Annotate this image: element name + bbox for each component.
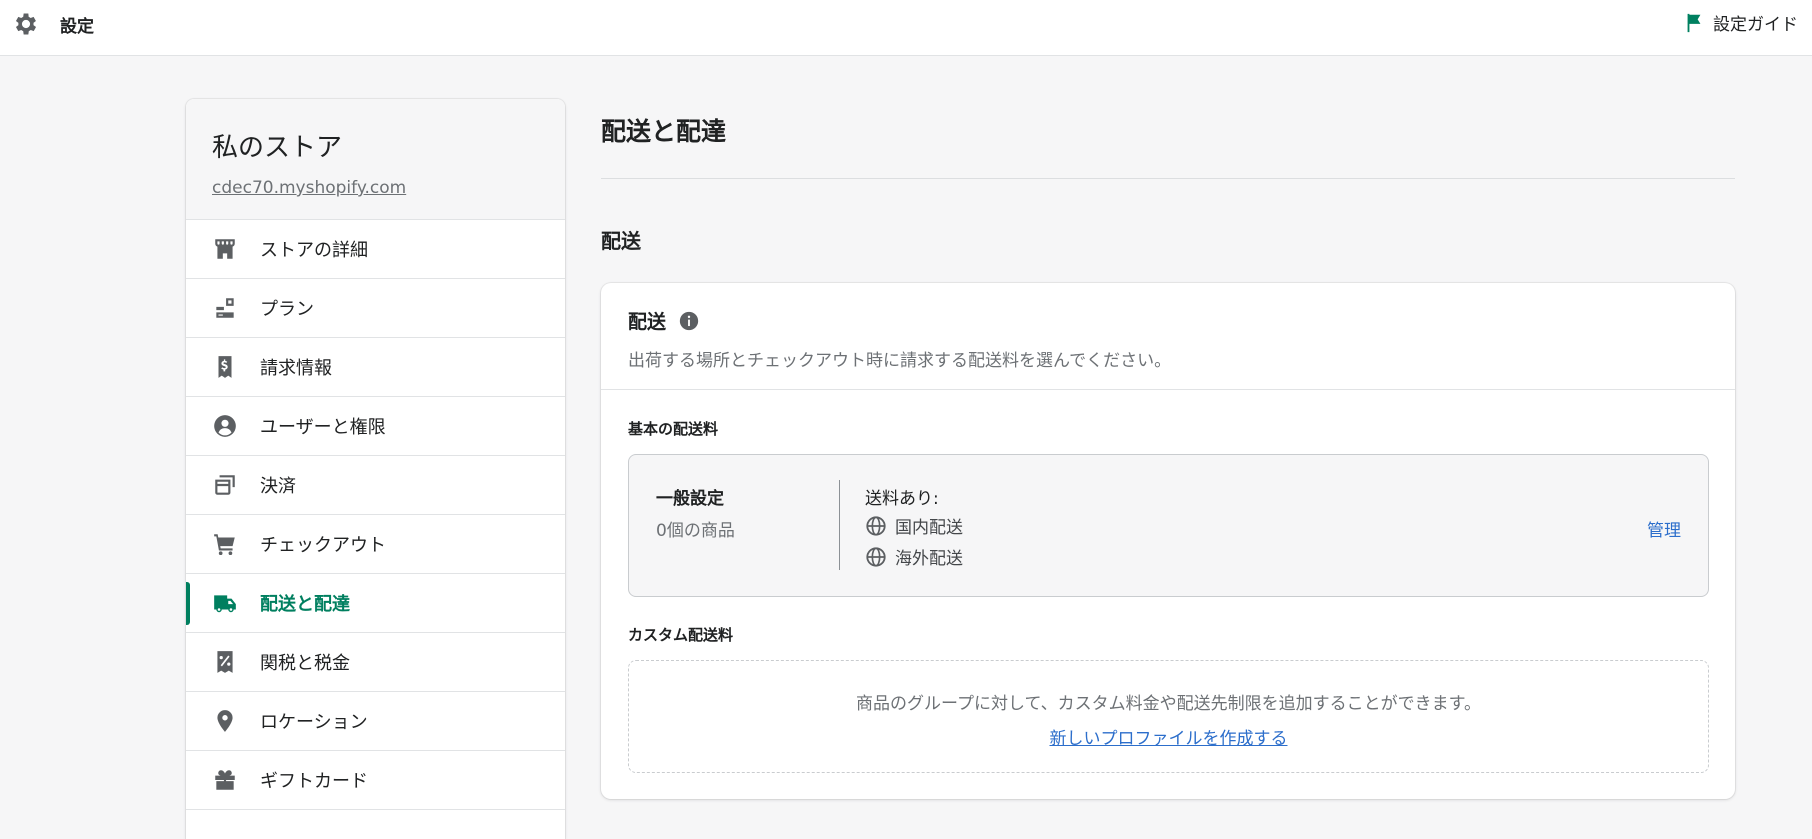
- sidebar-item-store-details[interactable]: ストアの詳細: [186, 220, 565, 279]
- card-description: 出荷する場所とチェックアウト時に請求する配送料を選んでください。: [628, 351, 1172, 371]
- settings-sidebar: 私のストア cdec70.myshopify.com ストアの詳細 プラン 請求…: [186, 99, 565, 839]
- card-title: 配送: [628, 307, 1708, 334]
- sidebar-item-users[interactable]: ユーザーと権限: [186, 397, 565, 456]
- sidebar-item-checkout[interactable]: チェックアウト: [186, 515, 565, 574]
- sidebar-item-label: チェックアウト: [260, 535, 386, 556]
- page-title: 配送と配達: [601, 117, 727, 146]
- sidebar-item-label: ロケーション: [260, 712, 368, 733]
- setup-guide-button[interactable]: 設定ガイド: [1683, 10, 1798, 35]
- create-profile-link[interactable]: 新しいプロファイルを作成する: [1050, 724, 1288, 749]
- zone-label: 国内配送: [895, 518, 963, 538]
- sidebar-item-locations[interactable]: ロケーション: [186, 692, 565, 751]
- card-header: 配送 出荷する場所とチェックアウト時に請求する配送料を選んでください。: [601, 283, 1735, 390]
- top-bar: 設定 設定ガイド: [0, 0, 1812, 56]
- sidebar-item-taxes[interactable]: 関税と税金: [186, 633, 565, 692]
- app-title: 設定: [60, 17, 94, 37]
- sidebar-item-label: 配送と配達: [260, 594, 350, 615]
- sidebar-item-label: ストアの詳細: [260, 240, 368, 261]
- globe-icon: [866, 546, 886, 567]
- sidebar-item-billing[interactable]: 請求情報: [186, 338, 565, 397]
- flag-icon: [1687, 13, 1701, 32]
- gift-icon: [212, 767, 238, 793]
- sidebar-item-payments[interactable]: 決済: [186, 456, 565, 515]
- profile-name: 一般設定: [656, 489, 724, 509]
- zone-domestic: 国内配送: [865, 513, 963, 538]
- store-header: 私のストア cdec70.myshopify.com: [186, 99, 565, 220]
- card-title-text: 配送: [628, 311, 667, 333]
- section-title: 配送: [601, 229, 641, 253]
- globe-icon: [866, 515, 886, 536]
- manage-link[interactable]: 管理: [1647, 516, 1681, 541]
- fee-label: 送料あり:: [865, 489, 939, 509]
- tax-icon: [212, 649, 238, 675]
- sidebar-item-label: ギフトカード: [260, 771, 368, 792]
- zone-international: 海外配送: [865, 544, 963, 569]
- custom-rates-description: 商品のグループに対して、カスタム料金や配送先制限を追加することができます。: [856, 694, 1481, 714]
- custom-rates-label: カスタム配送料: [628, 626, 734, 644]
- zone-label: 海外配送: [895, 549, 963, 569]
- general-profile-box: 一般設定 0個の商品 送料あり: 国内配送 海外配送 管理: [628, 454, 1709, 597]
- plan-icon: [212, 295, 238, 321]
- billing-icon: [212, 354, 238, 380]
- gear-icon[interactable]: [12, 10, 40, 38]
- payment-icon: [212, 472, 238, 498]
- sidebar-item-label: プラン: [260, 299, 314, 320]
- sidebar-item-label: 請求情報: [260, 358, 332, 379]
- user-icon: [212, 413, 238, 439]
- sidebar-item-label: 関税と税金: [260, 653, 350, 674]
- vertical-divider: [839, 480, 840, 570]
- cart-icon: [212, 531, 238, 557]
- profile-product-count: 0個の商品: [656, 521, 735, 541]
- location-icon: [212, 708, 238, 734]
- store-url-link[interactable]: cdec70.myshopify.com: [212, 178, 406, 198]
- sidebar-item-plan[interactable]: プラン: [186, 279, 565, 338]
- shipping-card: 配送 出荷する場所とチェックアウト時に請求する配送料を選んでください。 基本の配…: [601, 283, 1735, 799]
- store-icon: [212, 236, 238, 262]
- basic-rates-label: 基本の配送料: [628, 420, 719, 438]
- divider: [601, 178, 1735, 179]
- store-name: 私のストア: [212, 133, 343, 163]
- custom-rates-box: 商品のグループに対して、カスタム料金や配送先制限を追加することができます。 新し…: [628, 660, 1709, 773]
- sidebar-item-gift-cards[interactable]: ギフトカード: [186, 751, 565, 810]
- sidebar-item-shipping[interactable]: 配送と配達: [186, 574, 565, 633]
- sidebar-item-label: ユーザーと権限: [260, 417, 386, 438]
- setup-guide-label: 設定ガイド: [1713, 15, 1798, 35]
- truck-icon: [212, 590, 238, 616]
- sidebar-item-label: 決済: [260, 476, 296, 497]
- info-icon[interactable]: [678, 310, 700, 332]
